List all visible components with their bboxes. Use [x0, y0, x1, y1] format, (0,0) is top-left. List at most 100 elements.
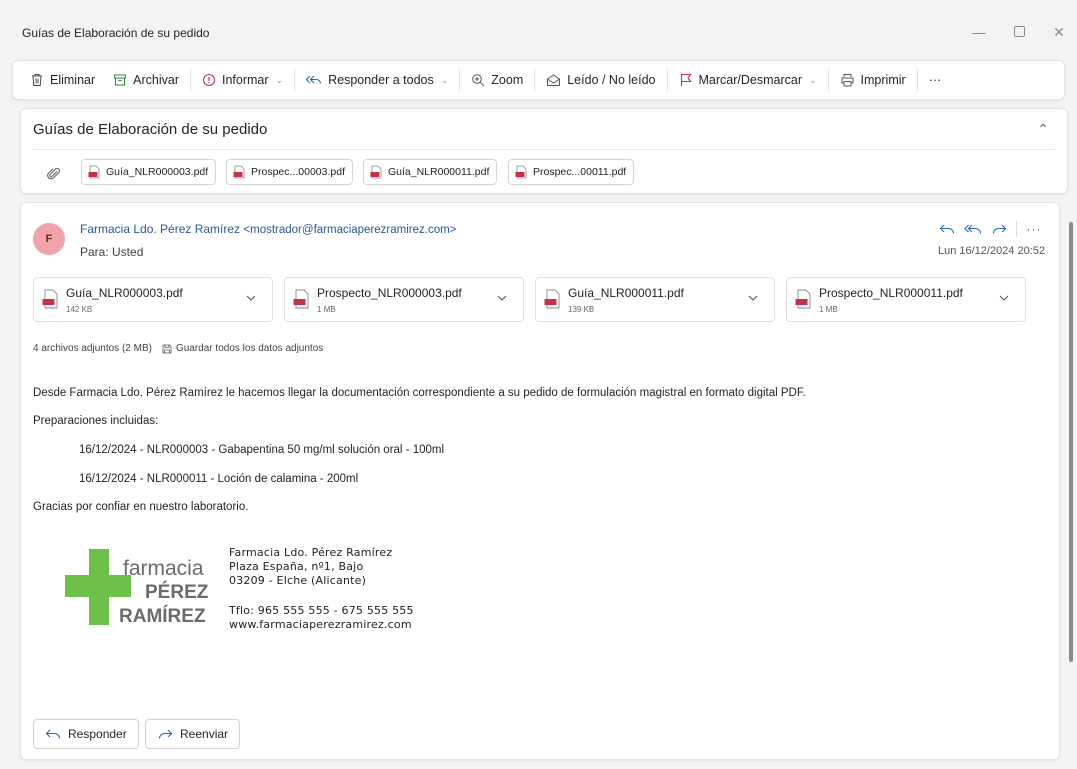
print-icon	[841, 74, 854, 87]
avatar[interactable]: F	[33, 223, 65, 255]
body-preparation-item: 16/12/2024 - NLR000011 - Loción de calam…	[79, 473, 359, 485]
attachment-chip[interactable]: Guía_NLR000003.pdf	[81, 159, 217, 185]
flag-label: Marcar/Desmarcar	[698, 73, 803, 87]
chevron-down-icon[interactable]	[746, 291, 760, 305]
signature-line: 03209 - Elche (Alicante)	[229, 574, 367, 587]
reply-button[interactable]: Responder	[33, 719, 139, 749]
attachment-name: Prospecto_NLR000011.pdf	[819, 286, 963, 300]
pdf-icon	[515, 165, 527, 179]
archive-button[interactable]: Archivar	[104, 65, 188, 95]
trash-icon	[32, 74, 42, 86]
archive-label: Archivar	[133, 73, 179, 87]
chevron-down-icon[interactable]	[997, 291, 1011, 305]
sender[interactable]: Farmacia Ldo. Pérez Ramírez <mostrador@f…	[80, 222, 456, 236]
reply-all-icon	[306, 75, 322, 84]
attachment-card[interactable]: Prospecto_NLR000003.pdf 1 MB	[284, 277, 524, 322]
body-preparations-label: Preparaciones incluidas:	[33, 415, 159, 427]
forward-icon[interactable]	[986, 219, 1012, 239]
attachment-name: Guía_NLR000003.pdf	[66, 286, 183, 300]
title-bar: Guías de Elaboración de su pedido — ✕	[0, 0, 1077, 58]
forward-label: Reenviar	[180, 727, 229, 741]
minimize-icon[interactable]: —	[965, 20, 993, 44]
attachment-name: Prospecto_NLR000003.pdf	[317, 286, 462, 300]
attachment-summary: 4 archivos adjuntos (2 MB) Guardar todos…	[33, 343, 323, 354]
more-icon[interactable]: ···	[1021, 219, 1047, 239]
attachment-card[interactable]: Guía_NLR000003.pdf 142 KB	[33, 277, 273, 322]
toolbar-divider	[827, 69, 829, 91]
read-unread-label: Leído / No leído	[567, 73, 656, 87]
pdf-icon	[370, 165, 382, 179]
save-all-link[interactable]: Guardar todos los datos adjuntos	[176, 343, 323, 354]
pdf-icon	[233, 165, 245, 179]
maximize-icon[interactable]	[1005, 20, 1033, 44]
attachment-chip[interactable]: Guía_NLR000011.pdf	[363, 159, 498, 185]
forward-icon	[158, 729, 173, 739]
attachment-size: 139 KB	[568, 305, 595, 314]
pharmacy-logo: farmacia PÉREZ RAMÍREZ	[65, 549, 209, 627]
zoom-icon	[472, 74, 485, 87]
chevron-down-icon[interactable]	[495, 291, 509, 305]
forward-button[interactable]: Reenviar	[145, 719, 241, 749]
chevron-up-icon[interactable]: ⌃	[1037, 121, 1049, 138]
zoom-button[interactable]: Zoom	[462, 65, 532, 95]
chevron-down-icon: ⌄	[809, 74, 817, 85]
conversation-subject: Guías de Elaboración de su pedido	[33, 121, 268, 138]
flag-button[interactable]: Marcar/Desmarcar ⌄	[670, 65, 826, 95]
more-options-button[interactable]: ···	[920, 65, 951, 95]
pdf-icon	[42, 289, 58, 309]
sender-email: <mostrador@farmaciaperezramirez.com>	[243, 224, 457, 236]
attachment-chip[interactable]: Prospec...00003.pdf	[226, 159, 353, 185]
attachment-chip-label: Prospec...00003.pdf	[251, 166, 345, 178]
signature-line: Farmacia Ldo. Pérez Ramírez	[229, 546, 393, 559]
chevron-down-icon: ⌄	[440, 74, 449, 85]
signature-line: Tflo: 965 555 555 - 675 555 555	[229, 604, 414, 617]
pdf-icon	[544, 289, 560, 309]
delete-button[interactable]: Eliminar	[21, 65, 104, 95]
reply-icon[interactable]	[934, 219, 960, 239]
sender-name[interactable]: Farmacia Ldo. Pérez Ramírez	[80, 222, 240, 236]
attachment-chip[interactable]: Prospec...00011.pdf	[508, 159, 635, 185]
pdf-icon	[88, 165, 100, 179]
close-icon[interactable]: ✕	[1045, 20, 1073, 44]
chevron-down-icon[interactable]	[244, 291, 258, 305]
toolbar-divider	[294, 69, 296, 91]
svg-text:PÉREZ: PÉREZ	[145, 581, 209, 603]
toolbar-divider	[459, 69, 461, 91]
archive-icon	[114, 74, 127, 86]
conversation-header: Guías de Elaboración de su pedido ⌃ Guía…	[20, 108, 1068, 194]
message-actions: ···	[934, 219, 1047, 239]
chevron-down-icon: ⌄	[275, 74, 284, 85]
toolbar-divider	[666, 69, 668, 91]
toolbar-divider	[534, 69, 536, 91]
attachment-card[interactable]: Prospecto_NLR000011.pdf 1 MB	[786, 277, 1026, 322]
scrollbar[interactable]	[1069, 222, 1073, 662]
reply-label: Responder	[68, 727, 127, 741]
reply-icon	[45, 729, 61, 739]
svg-text:farmacia: farmacia	[123, 557, 204, 580]
more-icon: ···	[928, 73, 942, 87]
message-date: Lun 16/12/2024 20:52	[937, 245, 1045, 257]
command-toolbar: Eliminar Archivar Informar ⌄ Responder a…	[12, 60, 1065, 100]
flag-icon	[680, 73, 692, 86]
report-button[interactable]: Informar ⌄	[193, 65, 292, 95]
print-label: Imprimir	[860, 73, 906, 87]
envelope-open-icon	[547, 74, 561, 86]
divider	[1016, 221, 1017, 237]
reply-all-button[interactable]: Responder a todos ⌄	[297, 65, 457, 95]
reply-all-icon[interactable]	[960, 219, 986, 239]
signature-line: Plaza España, nº1, Bajo	[229, 560, 364, 573]
pdf-icon	[795, 289, 811, 309]
attachment-count: 4 archivos adjuntos (2 MB)	[33, 343, 152, 354]
attachment-chip-label: Guía_NLR000003.pdf	[106, 166, 209, 178]
report-icon	[202, 73, 216, 87]
toolbar-divider	[190, 69, 191, 91]
attachment-size: 1 MB	[317, 305, 336, 314]
read-unread-button[interactable]: Leído / No leído	[537, 65, 664, 95]
attachment-card[interactable]: Guía_NLR000011.pdf 139 KB	[535, 277, 775, 322]
attachment-size: 142 KB	[66, 305, 93, 314]
print-button[interactable]: Imprimir	[831, 65, 915, 95]
signature-url[interactable]: www.farmaciaperezramirez.com	[229, 618, 412, 631]
body-intro: Desde Farmacia Ldo. Pérez Ramírez le hac…	[33, 387, 806, 399]
report-label: Informar	[222, 73, 269, 87]
recipient-line: Para: Usted	[80, 245, 144, 259]
